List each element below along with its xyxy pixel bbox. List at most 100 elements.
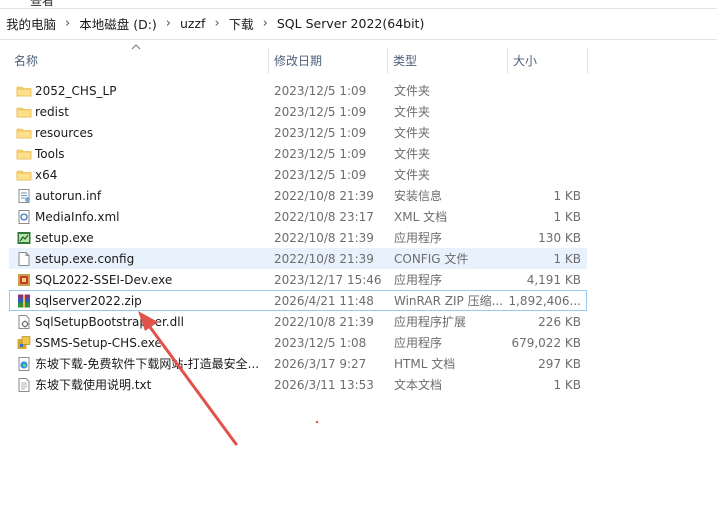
- file-size: 130 KB: [538, 231, 581, 245]
- breadcrumb-item-current-folder[interactable]: SQL Server 2022(64bit): [277, 16, 424, 31]
- file-name: resources: [35, 126, 94, 140]
- setup-exe-icon: [16, 230, 32, 246]
- file-date: 2022/10/8 21:39: [274, 252, 374, 266]
- file-size: 1 KB: [553, 210, 581, 224]
- file-row[interactable]: SQL2022-SSEI-Dev.exe 2023/12/17 15:46 应用程序…: [9, 269, 587, 290]
- file-type: 应用程序: [394, 273, 443, 287]
- setup-info-icon: [16, 188, 32, 204]
- breadcrumb: 我的电脑 › 本地磁盘 (D:) › uzzf › 下载 › SQL Serve…: [0, 8, 717, 40]
- file-size: 1 KB: [553, 252, 581, 266]
- file-date: 2026/4/21 11:48: [274, 294, 374, 308]
- file-row[interactable]: 东坡下载使用说明.txt 2026/3/11 13:53 文本文档 1 KB: [9, 374, 587, 395]
- file-name: 2052_CHS_LP: [35, 84, 117, 98]
- folder-icon: [16, 83, 32, 99]
- breadcrumb-item-computer[interactable]: 我的电脑: [6, 14, 56, 33]
- sql-installer-icon: [16, 272, 32, 288]
- file-type: XML 文档: [394, 210, 448, 224]
- column-header-name[interactable]: 名称: [9, 48, 267, 74]
- file-row[interactable]: 东坡下载-免费软件下载网站-打造最安全... 2026/3/17 9:27 HTML…: [9, 353, 587, 374]
- file-row[interactable]: SqlSetupBootstrapper.dll 2022/10/8 21:39 应…: [9, 311, 587, 332]
- file-size: [507, 81, 581, 102]
- breadcrumb-item-uzzf[interactable]: uzzf: [180, 16, 205, 31]
- file-name: 东坡下载使用说明.txt: [35, 378, 152, 392]
- breadcrumb-separator[interactable]: ›: [205, 16, 228, 31]
- file-type: 应用程序: [394, 336, 443, 350]
- file-row[interactable]: setup.exe 2022/10/8 21:39 应用程序 130 KB: [9, 227, 587, 248]
- file-type: 文件夹: [394, 126, 431, 140]
- file-size: 226 KB: [538, 315, 581, 329]
- file-row[interactable]: x64 2023/12/5 1:09 文件夹: [9, 164, 587, 185]
- file-date: 2023/12/5 1:09: [274, 147, 367, 161]
- file-date: 2023/12/5 1:09: [274, 84, 367, 98]
- xml-file-icon: [16, 209, 32, 225]
- file-name: SqlSetupBootstrapper.dll: [35, 315, 184, 329]
- file-size: [507, 123, 581, 144]
- file-row[interactable]: redist 2023/12/5 1:09 文件夹: [9, 101, 587, 122]
- file-type: 文件夹: [394, 147, 431, 161]
- ssms-installer-icon: [16, 335, 32, 351]
- file-row[interactable]: sqlserver2022.zip 2026/4/21 11:48 WinRAR Z…: [9, 290, 587, 311]
- column-header-size[interactable]: 大小: [508, 48, 588, 74]
- file-name: setup.exe: [35, 231, 94, 245]
- file-size: 679,022 KB: [511, 336, 581, 350]
- text-file-icon: [16, 377, 32, 393]
- file-type: CONFIG 文件: [394, 252, 469, 266]
- file-size: [507, 102, 581, 123]
- breadcrumb-item-downloads[interactable]: 下载: [229, 14, 254, 33]
- file-size: 1 KB: [553, 378, 581, 392]
- column-header-date[interactable]: 修改日期: [269, 48, 387, 74]
- file-name: setup.exe.config: [35, 252, 135, 266]
- file-type: 文件夹: [394, 168, 431, 182]
- breadcrumb-item-drive[interactable]: 本地磁盘 (D:): [79, 14, 157, 33]
- file-date: 2023/12/5 1:09: [274, 105, 367, 119]
- folder-icon: [16, 125, 32, 141]
- column-header-type[interactable]: 类型: [388, 48, 507, 74]
- file-name: autorun.inf: [35, 189, 102, 203]
- file-size: 1,892,406...: [508, 294, 581, 308]
- file-date: 2023/12/5 1:08: [274, 336, 367, 350]
- file-size: 1 KB: [553, 189, 581, 203]
- file-name: sqlserver2022.zip: [35, 294, 142, 308]
- file-date: 2022/10/8 23:17: [274, 210, 374, 224]
- file-date: 2026/3/17 9:27: [274, 357, 367, 371]
- column-headers: 名称 修改日期 类型 大小: [0, 44, 717, 74]
- file-size: [507, 165, 581, 186]
- file-name: Tools: [35, 147, 65, 161]
- winrar-archive-icon: [16, 293, 32, 309]
- file-size: [507, 144, 581, 165]
- breadcrumb-separator[interactable]: ›: [254, 16, 277, 31]
- breadcrumb-separator[interactable]: ›: [56, 16, 79, 31]
- file-row[interactable]: autorun.inf 2022/10/8 21:39 安装信息 1 KB: [9, 185, 587, 206]
- file-row[interactable]: Tools 2023/12/5 1:09 文件夹: [9, 143, 587, 164]
- file-row[interactable]: resources 2023/12/5 1:09 文件夹: [9, 122, 587, 143]
- file-date: 2026/3/11 13:53: [274, 378, 374, 392]
- file-type: HTML 文档: [394, 357, 456, 371]
- file-type: 文件夹: [394, 84, 431, 98]
- edge-html-icon: [16, 356, 32, 372]
- breadcrumb-separator[interactable]: ›: [157, 16, 180, 31]
- file-date: 2023/12/17 15:46: [274, 273, 382, 287]
- blank-file-icon: [16, 251, 32, 267]
- file-row[interactable]: 2052_CHS_LP 2023/12/5 1:09 文件夹: [9, 80, 587, 101]
- column-divider[interactable]: [587, 48, 588, 74]
- file-row[interactable]: setup.exe.config 2022/10/8 21:39 CONFIG 文件…: [9, 248, 587, 269]
- file-type: 安装信息: [394, 189, 443, 203]
- file-type: 文本文档: [394, 378, 443, 392]
- file-type: 文件夹: [394, 105, 431, 119]
- file-row[interactable]: SSMS-Setup-CHS.exe 2023/12/5 1:08 应用程序 679,…: [9, 332, 587, 353]
- file-name: SQL2022-SSEI-Dev.exe: [35, 273, 173, 287]
- folder-icon: [16, 104, 32, 120]
- file-size: 297 KB: [538, 357, 581, 371]
- file-date: 2023/12/5 1:09: [274, 168, 367, 182]
- file-type: 应用程序: [394, 231, 443, 245]
- file-name: redist: [35, 105, 69, 119]
- file-date: 2023/12/5 1:09: [274, 126, 367, 140]
- file-type: 应用程序扩展: [394, 315, 467, 329]
- file-type: WinRAR ZIP 压缩...: [394, 294, 504, 308]
- dll-file-icon: [16, 314, 32, 330]
- file-row[interactable]: MediaInfo.xml 2022/10/8 23:17 XML 文档 1 KB: [9, 206, 587, 227]
- folder-icon: [16, 167, 32, 183]
- file-name: x64: [35, 168, 58, 182]
- file-date: 2022/10/8 21:39: [274, 189, 374, 203]
- file-name: 东坡下载-免费软件下载网站-打造最安全...: [35, 357, 260, 371]
